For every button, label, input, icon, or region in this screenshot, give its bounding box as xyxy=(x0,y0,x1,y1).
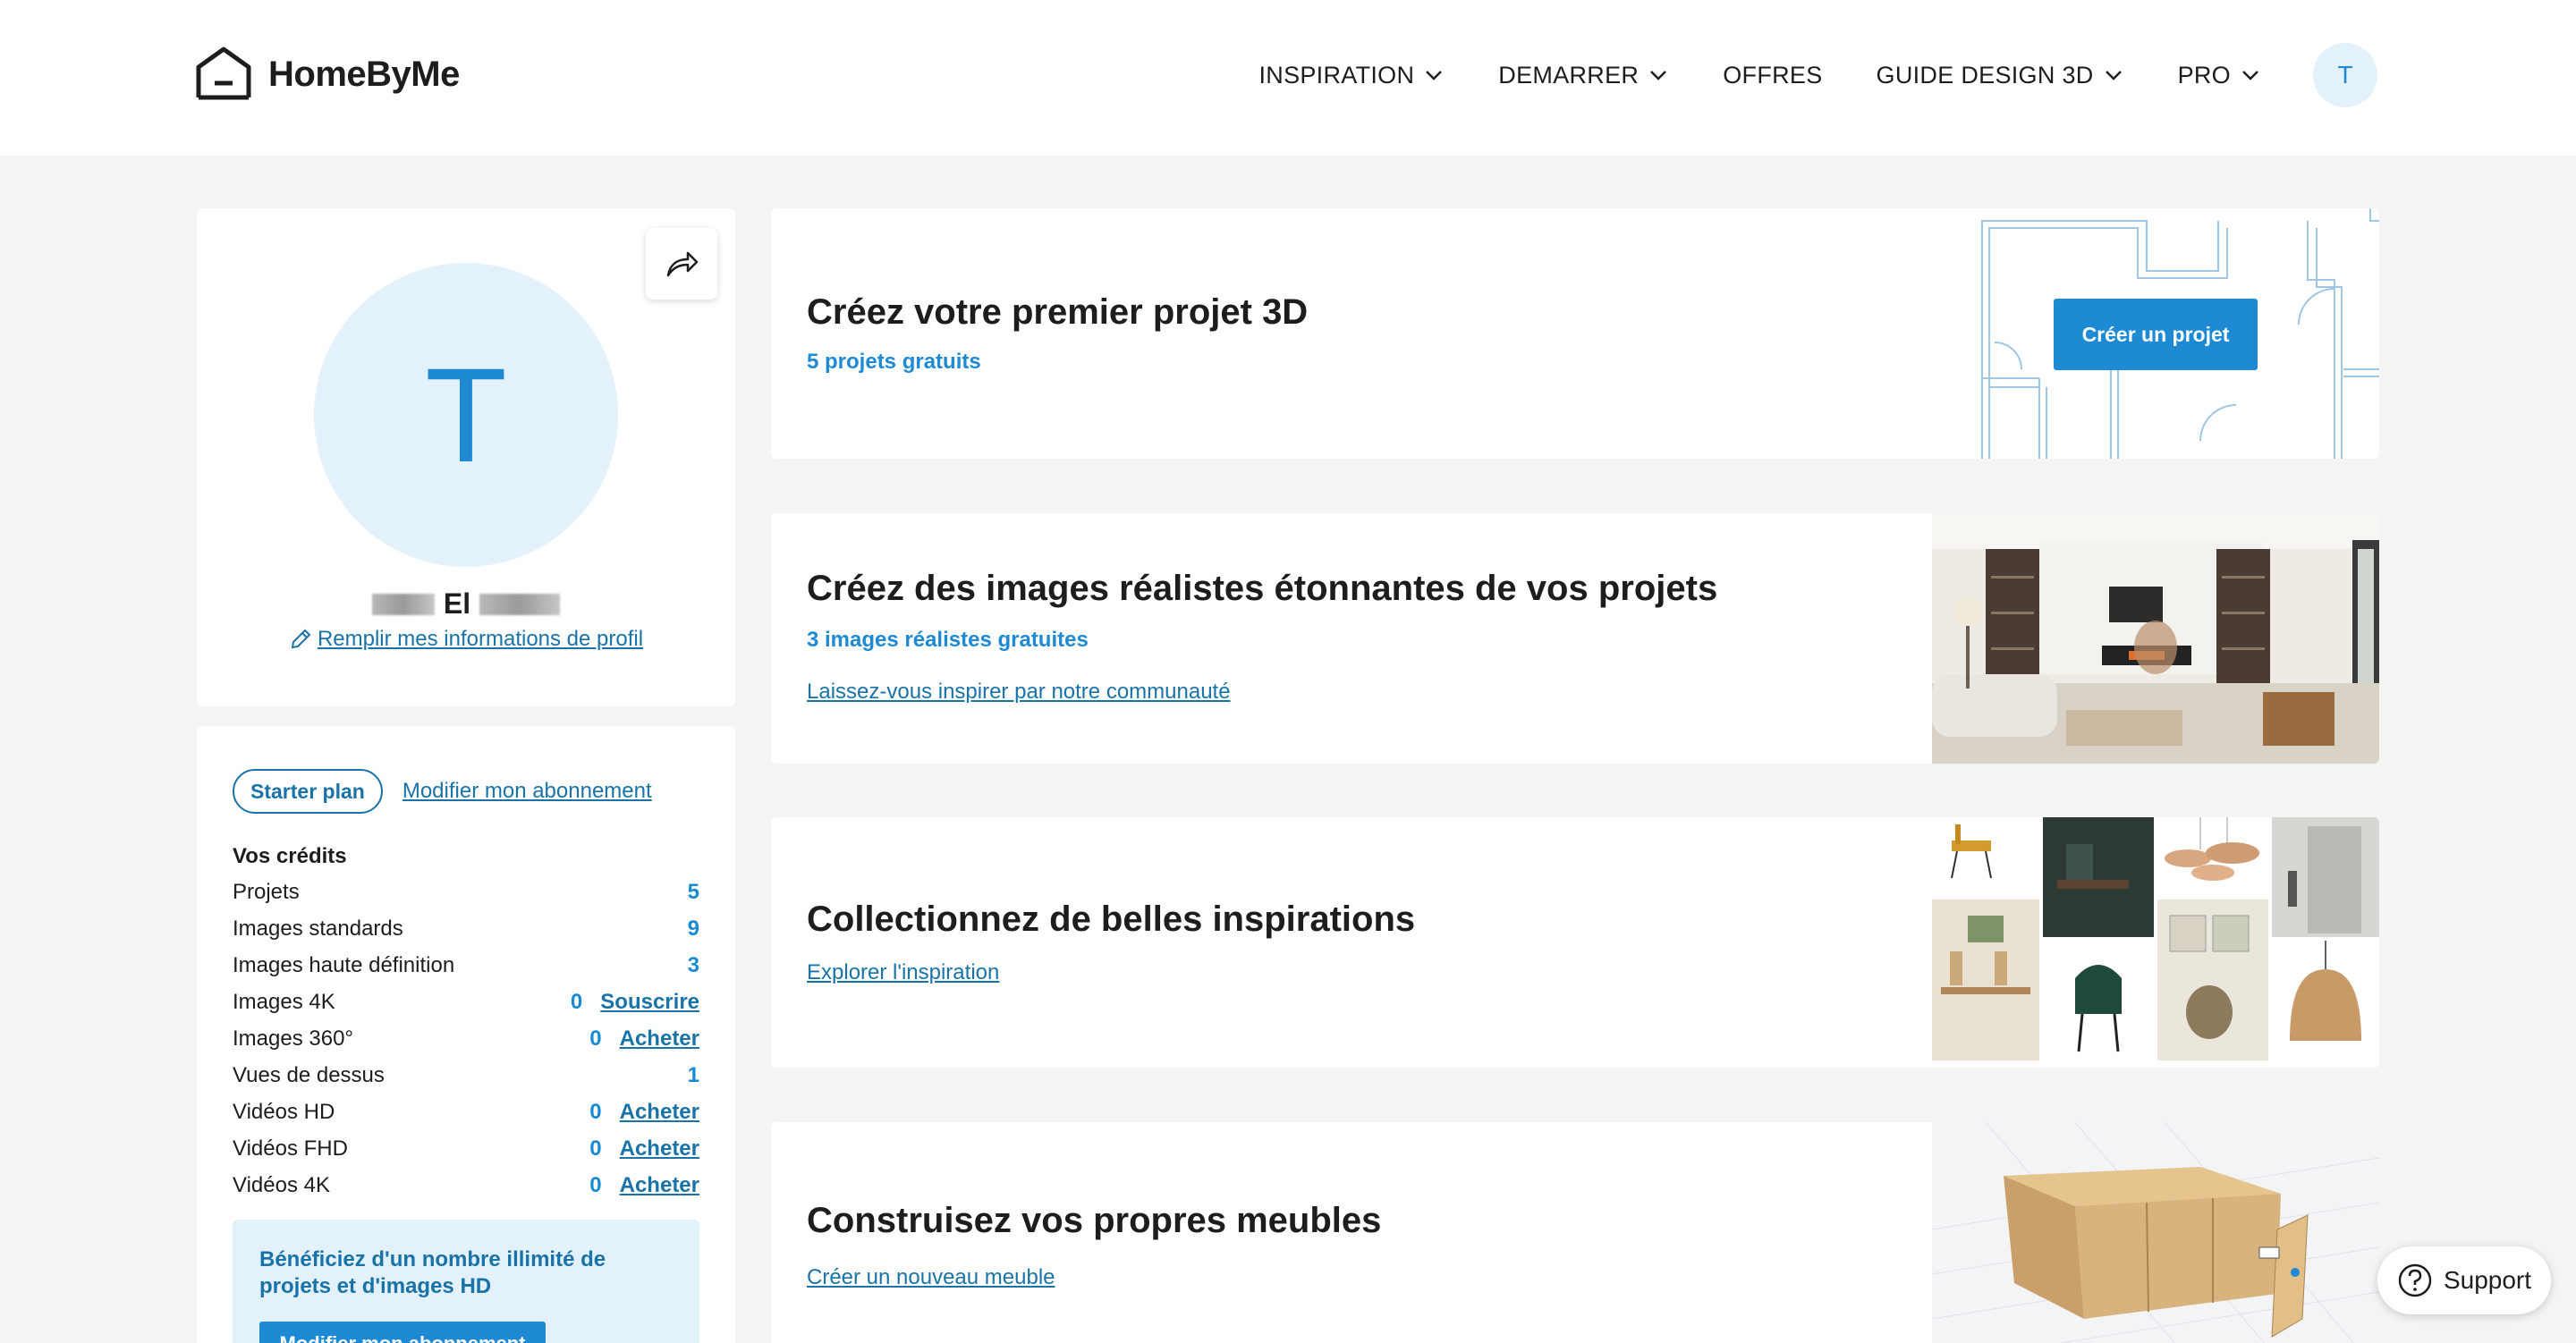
card-title: Créez des images réalistes étonnantes de… xyxy=(807,569,1718,608)
promo-text: Bénéficiez d'un nombre illimité de proje… xyxy=(259,1247,606,1298)
explore-inspiration-link[interactable]: Explorer l'inspiration xyxy=(807,960,999,985)
card-title: Collectionnez de belles inspirations xyxy=(807,900,1416,939)
credit-row: Images 360° 0 Acheter xyxy=(233,1020,699,1057)
profile-avatar: T xyxy=(314,263,618,567)
credit-value: 0 xyxy=(570,989,583,1014)
top-header: HomeByMe INSPIRATION DEMARRER OFFRES GUI… xyxy=(0,0,2576,156)
chevron-down-icon xyxy=(2105,71,2122,80)
logo-text: HomeByMe xyxy=(268,54,460,94)
chevron-down-icon xyxy=(1426,71,1443,80)
nav-label: DEMARRER xyxy=(1498,61,1640,89)
credit-label: Projets xyxy=(233,879,300,904)
nav-label: INSPIRATION xyxy=(1258,61,1415,89)
credit-label: Vidéos FHD xyxy=(233,1136,348,1161)
card-subtitle: 5 projets gratuits xyxy=(807,350,981,374)
profile-name: El xyxy=(197,587,735,621)
credit-row: Images standards 9 xyxy=(233,910,699,947)
credit-value: 0 xyxy=(589,1099,602,1124)
credit-row: Vidéos FHD 0 Acheter xyxy=(233,1130,699,1167)
inspiration-collage-image xyxy=(1932,817,2379,1068)
upgrade-promo: Bénéficiez d'un nombre illimité de proje… xyxy=(233,1220,699,1343)
create-project-button[interactable]: Créer un projet xyxy=(2054,299,2258,370)
credit-label: Vues de dessus xyxy=(233,1062,385,1087)
credit-row: Vidéos 4K 0 Acheter xyxy=(233,1167,699,1204)
credit-value: 5 xyxy=(687,879,699,904)
house-icon xyxy=(196,46,251,100)
credit-row: Vidéos HD 0 Acheter xyxy=(233,1094,699,1130)
starter-plan-badge: Starter plan xyxy=(233,769,383,814)
credit-label: Images haute définition xyxy=(233,952,455,977)
share-arrow-icon xyxy=(666,251,699,277)
credits-title: Vos crédits xyxy=(233,844,347,868)
buy-link[interactable]: Acheter xyxy=(620,1100,699,1125)
credit-row: Images 4K 0 Souscrire xyxy=(233,984,699,1020)
nav-guide-design-3d[interactable]: GUIDE DESIGN 3D xyxy=(1877,62,2124,89)
furniture-3d-model-image xyxy=(1932,1122,2379,1343)
card-subtitle: 3 images réalistes gratuites xyxy=(807,628,1089,652)
credit-label: Images 4K xyxy=(233,989,335,1014)
credit-label: Images 360° xyxy=(233,1026,354,1051)
credit-label: Vidéos HD xyxy=(233,1099,335,1124)
modify-subscription-link[interactable]: Modifier mon abonnement xyxy=(402,779,652,804)
edit-profile-label: Remplir mes informations de profil xyxy=(317,627,644,651)
homebyme-logo[interactable]: HomeByMe xyxy=(195,36,460,113)
credit-row: Images haute définition 3 xyxy=(233,947,699,984)
credit-value: 3 xyxy=(687,952,699,977)
pencil-icon xyxy=(291,629,311,649)
user-avatar-button[interactable]: T xyxy=(2313,43,2377,107)
edit-profile-link[interactable]: Remplir mes informations de profil xyxy=(197,627,735,652)
create-furniture-link[interactable]: Créer un nouveau meuble xyxy=(807,1265,1055,1290)
nav-pro[interactable]: PRO xyxy=(2178,62,2261,89)
support-label: Support xyxy=(2443,1266,2532,1294)
chevron-down-icon xyxy=(1650,71,1667,80)
support-button[interactable]: Support xyxy=(2377,1246,2551,1314)
nav-label: OFFRES xyxy=(1723,61,1823,89)
nav-label: GUIDE DESIGN 3D xyxy=(1876,61,2094,89)
card-title: Créez votre premier projet 3D xyxy=(807,292,1309,332)
share-button[interactable] xyxy=(646,228,717,300)
promo-modify-subscription-button[interactable]: Modifier mon abonnement xyxy=(259,1322,546,1343)
redacted-name-part xyxy=(479,593,561,615)
credit-row: Vues de dessus 1 xyxy=(233,1057,699,1094)
subscribe-link[interactable]: Souscrire xyxy=(600,990,699,1015)
nav-demarrer[interactable]: DEMARRER xyxy=(1498,62,1669,89)
nav-label: PRO xyxy=(2177,61,2231,89)
redacted-name-part xyxy=(371,593,435,615)
credit-value: 0 xyxy=(589,1026,602,1051)
community-inspiration-link[interactable]: Laissez-vous inspirer par notre communau… xyxy=(807,680,1231,705)
chevron-down-icon xyxy=(2242,71,2258,80)
buy-link[interactable]: Acheter xyxy=(620,1173,699,1198)
buy-link[interactable]: Acheter xyxy=(620,1136,699,1161)
credit-row: Projets 5 xyxy=(233,874,699,910)
credit-label: Vidéos 4K xyxy=(233,1172,330,1197)
help-question-icon xyxy=(2398,1263,2432,1297)
credit-value: 0 xyxy=(589,1172,602,1197)
credit-label: Images standards xyxy=(233,916,403,941)
profile-card: T El Remplir mes informations de profil xyxy=(197,208,735,706)
card-title: Construisez vos propres meubles xyxy=(807,1201,1382,1240)
credits-card: Starter plan Modifier mon abonnement Vos… xyxy=(197,726,735,1343)
credit-value: 0 xyxy=(589,1136,602,1161)
plan-row: Starter plan Modifier mon abonnement xyxy=(233,769,652,814)
inspiration-card: Collectionnez de belles inspirations Exp… xyxy=(771,817,2379,1068)
nav-offres[interactable]: OFFRES xyxy=(1723,62,1822,89)
furniture-card: Construisez vos propres meubles Créer un… xyxy=(771,1122,2379,1343)
credit-value: 1 xyxy=(687,1062,699,1087)
nav-inspiration[interactable]: INSPIRATION xyxy=(1258,62,1445,89)
profile-name-visible: El xyxy=(443,587,471,620)
create-project-card: Créez votre premier projet 3D 5 projets … xyxy=(771,208,2379,459)
realistic-images-card: Créez des images réalistes étonnantes de… xyxy=(771,513,2379,764)
buy-link[interactable]: Acheter xyxy=(620,1026,699,1052)
living-room-render-image xyxy=(1932,513,2379,764)
main-nav: INSPIRATION DEMARRER OFFRES GUIDE DESIGN… xyxy=(1205,39,2377,111)
credit-value: 9 xyxy=(687,916,699,941)
